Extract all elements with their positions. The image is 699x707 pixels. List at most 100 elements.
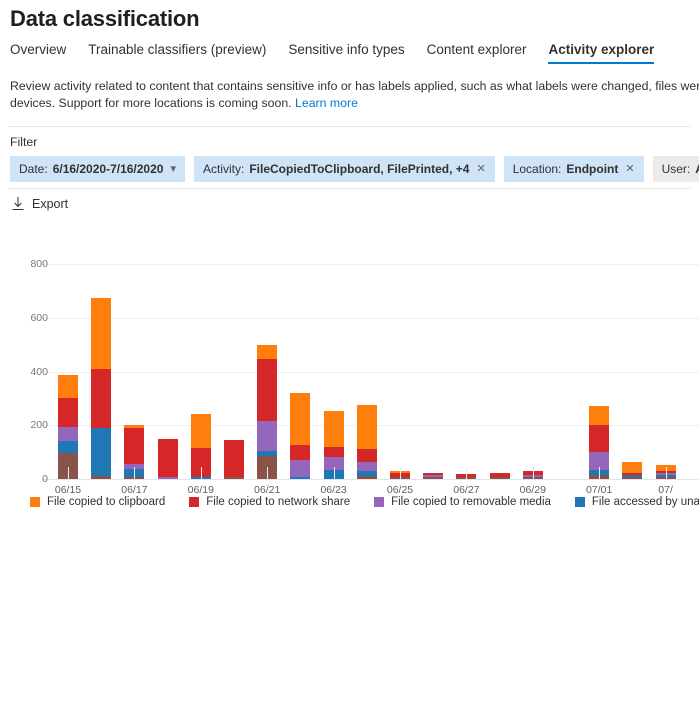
- x-axis-tick-label: 06/27: [453, 484, 480, 496]
- chart-bar-segment: [91, 368, 112, 428]
- export-button[interactable]: Export: [0, 189, 699, 211]
- chart-bar[interactable]: [356, 405, 377, 479]
- x-axis-tick-label: 06/23: [320, 484, 347, 496]
- filter-pill-user[interactable]: User: Any: [652, 155, 699, 182]
- learn-more-link[interactable]: Learn more: [295, 96, 358, 110]
- chart-bar-segment: [356, 448, 377, 462]
- activity-chart: 0 200 400 600 800 06/15 06/17 06/19 06/21 06/23 06…: [0, 240, 699, 496]
- chart-bar-segment: [224, 477, 244, 479]
- chart-bar[interactable]: [290, 393, 311, 479]
- chart-bar-segment: [290, 393, 311, 445]
- chart-bar[interactable]: [224, 439, 244, 479]
- tab-trainable-classifiers[interactable]: Trainable classifiers (preview): [88, 42, 266, 64]
- chart-bar-segment: [290, 460, 311, 477]
- chart-bar-segment: [589, 424, 610, 453]
- close-icon[interactable]: ✕: [476, 162, 485, 175]
- chart-bar-segment: [157, 476, 178, 479]
- chart-bar-segment: [58, 375, 78, 398]
- tab-sensitive-info-types[interactable]: Sensitive info types: [288, 42, 404, 64]
- x-axis-tick-mark: [333, 467, 335, 479]
- filter-pill-activity-key: Activity:: [202, 161, 245, 176]
- legend-item[interactable]: File copied to removable media: [374, 496, 551, 508]
- tab-content-explorer[interactable]: Content explorer: [427, 42, 527, 64]
- legend-label: File copied to network share: [206, 496, 351, 508]
- filter-pill-user-key: User:: [661, 161, 691, 176]
- chart-bar-segment: [157, 438, 178, 477]
- chart-gridline: [42, 371, 699, 373]
- chart-bar-segment: [224, 439, 244, 477]
- tab-label: Trainable classifiers (preview): [88, 42, 267, 57]
- chart-bar-segment: [58, 426, 78, 441]
- chart-bar[interactable]: [423, 473, 444, 479]
- x-axis-tick-mark: [200, 467, 202, 479]
- x-axis-tick-label: 07/: [658, 484, 673, 496]
- filter-pill-row: Date: 6/16/2020-7/16/2020 ▾ Activity: Fi…: [0, 149, 699, 182]
- y-axis-tick-label: 600: [30, 311, 48, 324]
- x-axis-tick-label: 06/19: [187, 484, 214, 496]
- x-axis-tick-mark: [267, 467, 269, 479]
- x-axis-tick-label: 07/01: [586, 484, 613, 496]
- legend-color-swatch: [30, 497, 40, 507]
- filter-pill-location-key: Location:: [512, 161, 562, 176]
- filter-pill-date-key: Date:: [19, 161, 48, 176]
- tab-activity-explorer[interactable]: Activity explorer: [548, 42, 654, 64]
- legend-color-swatch: [374, 497, 385, 507]
- filter-pill-location-value: Endpoint: [566, 161, 619, 176]
- x-axis-tick-label: 06/25: [386, 484, 414, 496]
- chart-bar-segment: [58, 397, 78, 427]
- chart-bar-segment: [290, 476, 311, 479]
- chart-bar-segment: [489, 477, 510, 479]
- y-axis-tick-label: 0: [42, 473, 48, 485]
- chart-bar-segment: [622, 461, 643, 473]
- chart-gridline: [42, 317, 699, 319]
- tab-label: Activity explorer: [548, 42, 655, 57]
- chart-bar-segment: [622, 477, 643, 479]
- intro-text: Review activity related to content that …: [0, 64, 699, 112]
- tab-label: Content explorer: [426, 42, 527, 57]
- filter-pill-date-value: 6/16/2020-7/16/2020: [52, 161, 164, 176]
- chart-bar-segment: [91, 297, 112, 369]
- chart-plot-area: 0 200 400 600 800 06/15 06/17 06/19 06/21 06/23 06…: [30, 252, 699, 707]
- x-axis-tick-mark: [466, 467, 468, 479]
- tab-bar: Overview Trainable classifiers (preview)…: [0, 32, 699, 64]
- filter-pill-date[interactable]: Date: 6/16/2020-7/16/2020 ▾: [10, 155, 185, 182]
- tab-overview[interactable]: Overview: [10, 42, 66, 64]
- legend-label: File copied to removable media: [391, 496, 551, 508]
- legend-item[interactable]: File accessed by unallowed app: [574, 496, 699, 508]
- x-axis-tick-mark: [400, 467, 401, 479]
- chart-bar[interactable]: [489, 473, 510, 479]
- chart-bar[interactable]: [622, 461, 643, 479]
- chart-bar-segment: [356, 461, 377, 471]
- filter-pill-location[interactable]: Location: Endpoint ✕: [503, 155, 644, 182]
- legend-item[interactable]: File copied to clipboard: [30, 496, 165, 508]
- chart-bar[interactable]: [58, 375, 78, 479]
- x-axis-tick-label: 06/29: [519, 484, 546, 496]
- download-icon: [12, 197, 24, 210]
- close-icon[interactable]: ✕: [625, 162, 634, 175]
- chart-bar[interactable]: [257, 345, 278, 479]
- chart-bar-segment: [356, 405, 377, 449]
- y-axis-tick-label: 800: [30, 258, 48, 270]
- legend-color-swatch: [574, 497, 585, 507]
- y-axis-tick-label: 200: [30, 419, 48, 432]
- x-axis-tick-mark: [665, 467, 667, 479]
- legend-item[interactable]: File copied to network share: [189, 496, 350, 508]
- y-axis-tick-label: 400: [30, 365, 48, 378]
- x-axis-tick-label: 06/15: [54, 484, 82, 496]
- chart-bar-segment: [323, 411, 344, 447]
- filter-pill-activity[interactable]: Activity: FileCopiedToClipboard, FilePri…: [193, 155, 495, 182]
- chart-bar-segment: [58, 440, 78, 454]
- chart-bar[interactable]: [91, 297, 112, 479]
- chart-axis-line: [42, 479, 699, 480]
- chart-bar-segment: [323, 446, 344, 457]
- chart-bar-segment: [290, 444, 311, 461]
- chart-gridline: [42, 264, 699, 265]
- chart-bar[interactable]: [157, 438, 178, 479]
- chart-legend: File copied to clipboard File copied to n…: [0, 496, 699, 508]
- chart-bar-segment: [356, 475, 377, 479]
- legend-label: File copied to clipboard: [47, 496, 166, 508]
- chevron-down-icon[interactable]: ▾: [170, 162, 176, 175]
- intro-line-1: Review activity related to content that …: [10, 79, 699, 93]
- page-title: Data classification: [10, 6, 200, 31]
- tab-label: Sensitive info types: [288, 42, 405, 57]
